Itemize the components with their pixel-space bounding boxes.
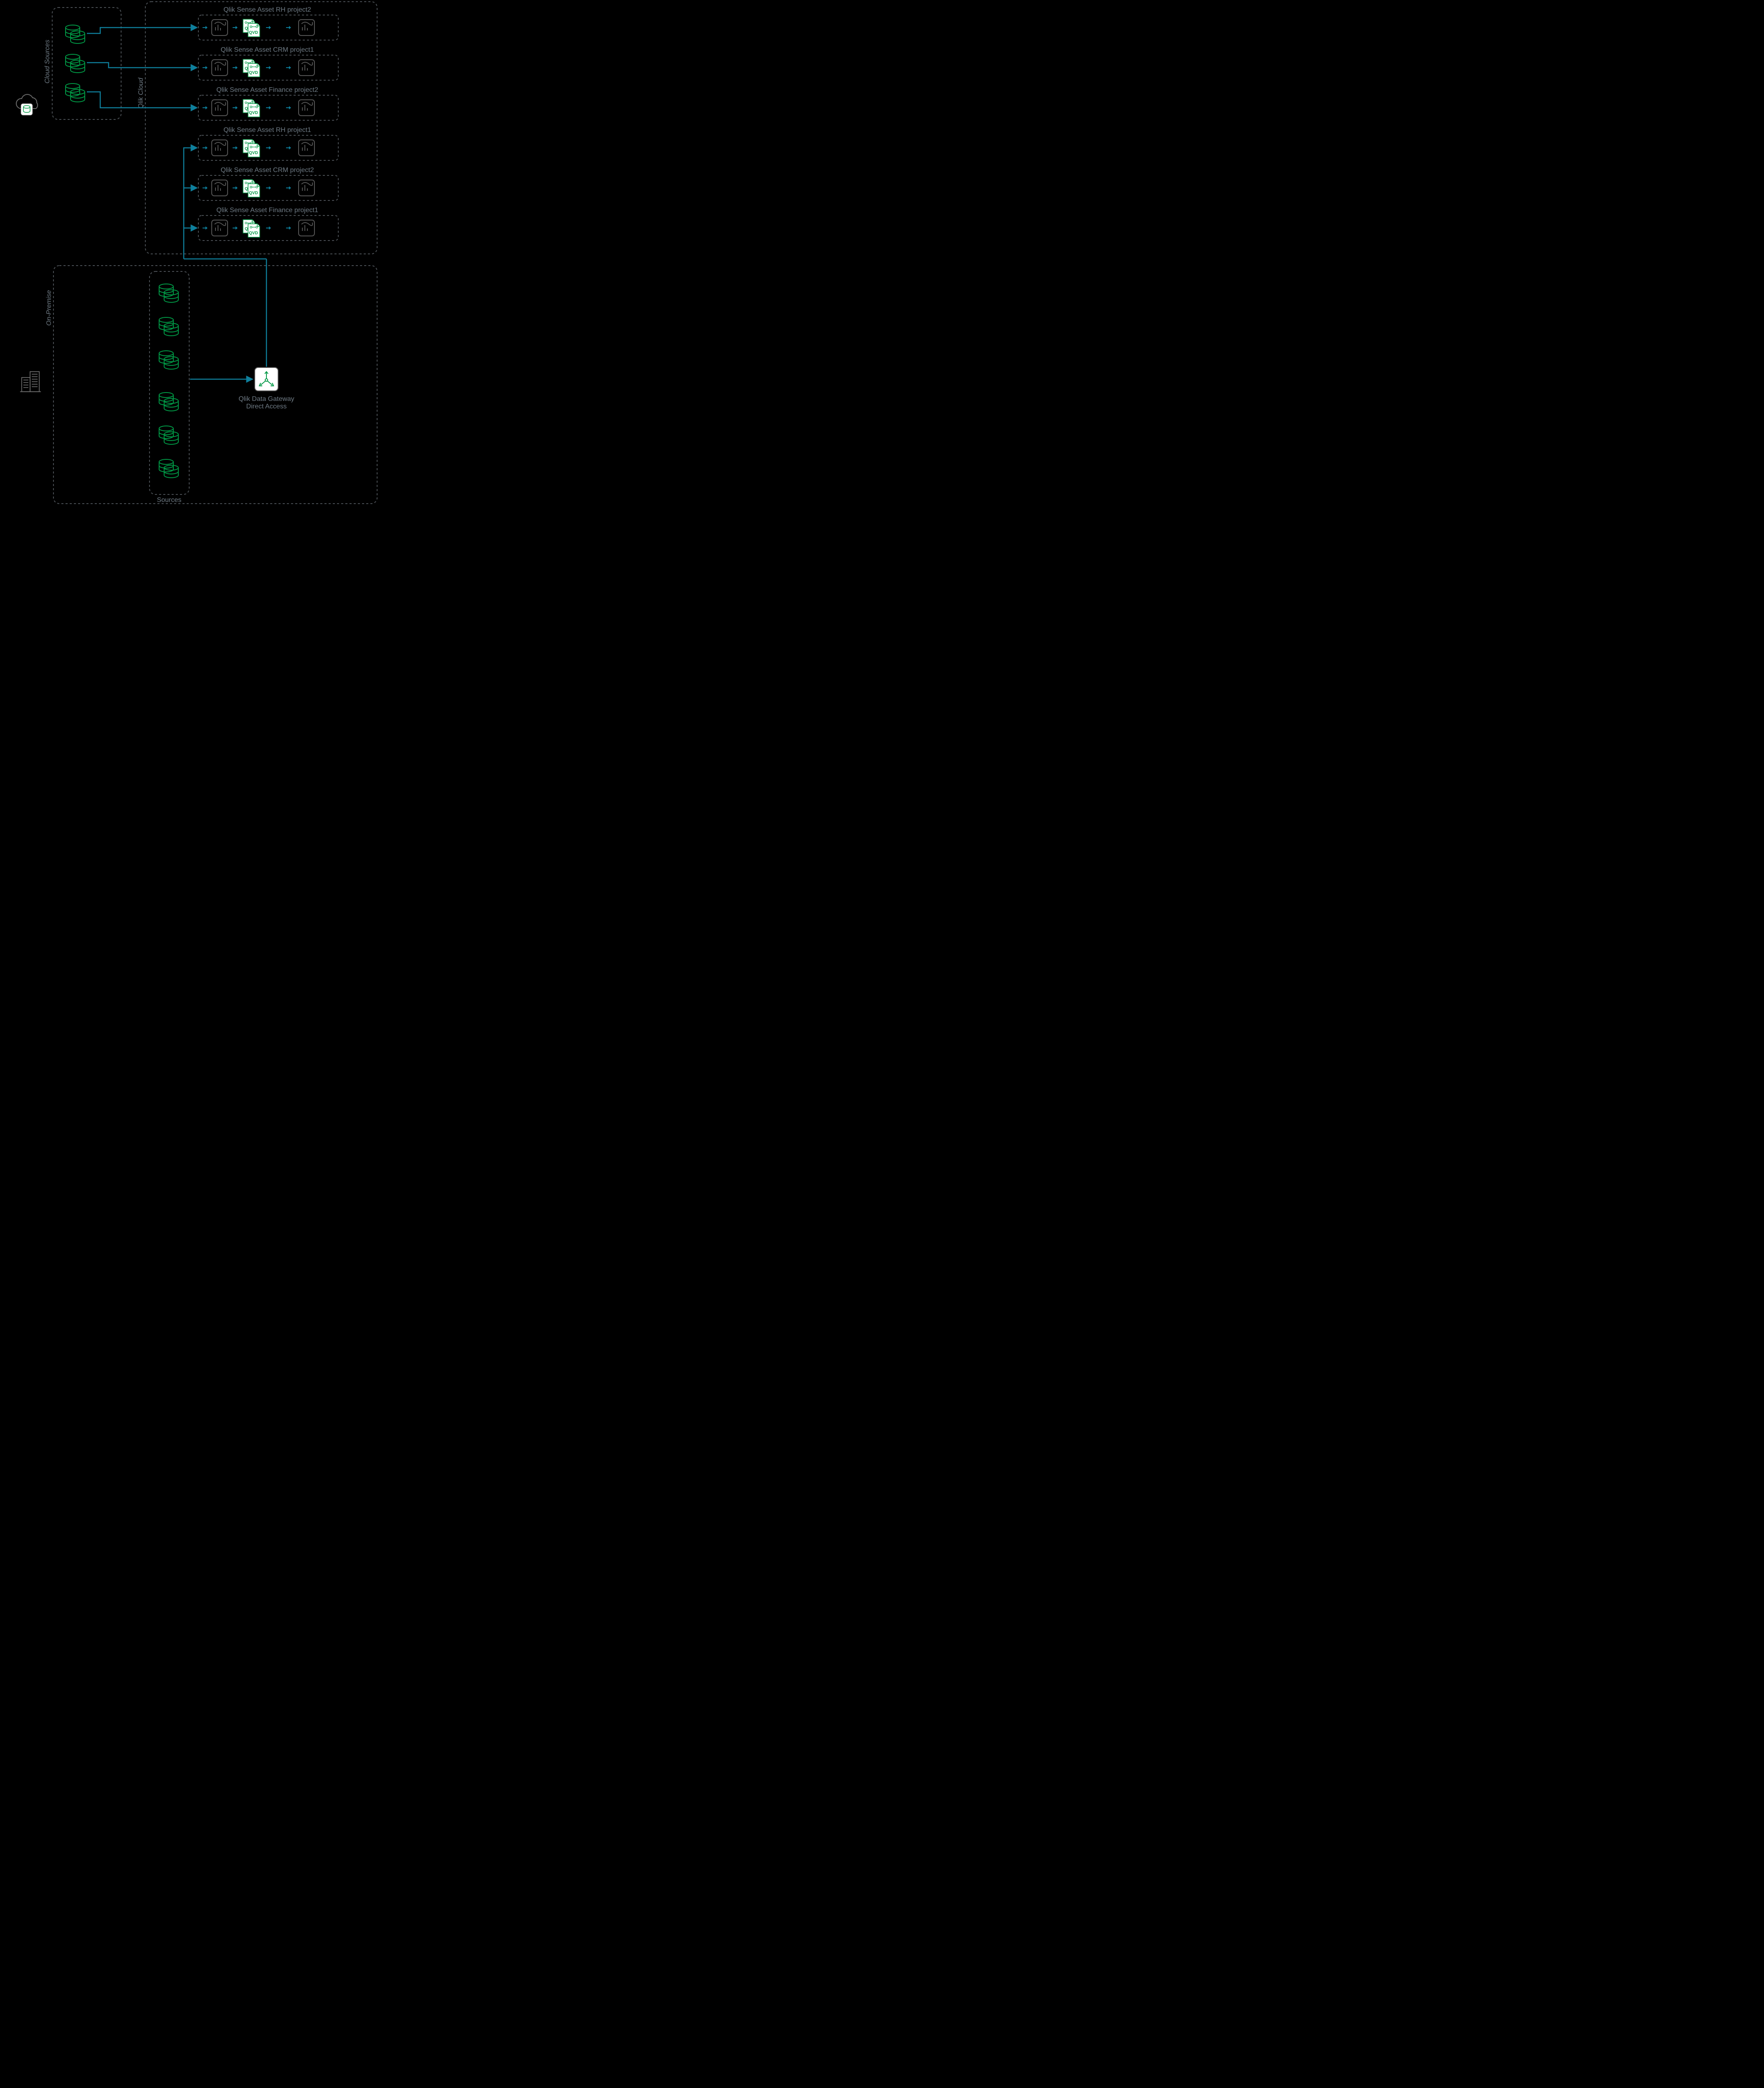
cloud-sources-label: Cloud Sources <box>44 40 51 84</box>
gateway-label-1: Qlik Data Gateway <box>238 395 294 403</box>
architecture-diagram: QV QVD <box>0 0 401 518</box>
cloud-sources-box <box>52 8 121 119</box>
project-title: Qlik Sense Asset Finance project2 <box>216 86 318 94</box>
on-premise-box <box>53 266 377 504</box>
sources-box <box>150 271 189 494</box>
gateway-label-2: Direct Access <box>246 403 287 410</box>
on-premise-label: On-Premise <box>46 290 53 326</box>
qlik-cloud-label: Qlik Cloud <box>137 77 144 109</box>
gateway-icon <box>255 367 278 391</box>
sources-label: Sources <box>157 497 182 504</box>
project-rows: Qlik Sense Asset RH project2 Qlik Sense … <box>198 6 338 241</box>
project-title: Qlik Sense Asset CRM project2 <box>220 167 314 174</box>
onprem-source-databases <box>159 284 178 478</box>
project-title: Qlik Sense Asset RH project2 <box>223 6 311 13</box>
project-title: Qlik Sense Asset RH project1 <box>223 127 311 134</box>
gateway-to-projects-connections <box>184 148 266 367</box>
building-icon <box>20 372 41 392</box>
project-title: Qlik Sense Asset Finance project1 <box>216 207 318 214</box>
database-badge-icon <box>21 104 33 115</box>
project-title: Qlik Sense Asset CRM project1 <box>220 46 314 53</box>
cloud-source-databases <box>66 25 85 102</box>
